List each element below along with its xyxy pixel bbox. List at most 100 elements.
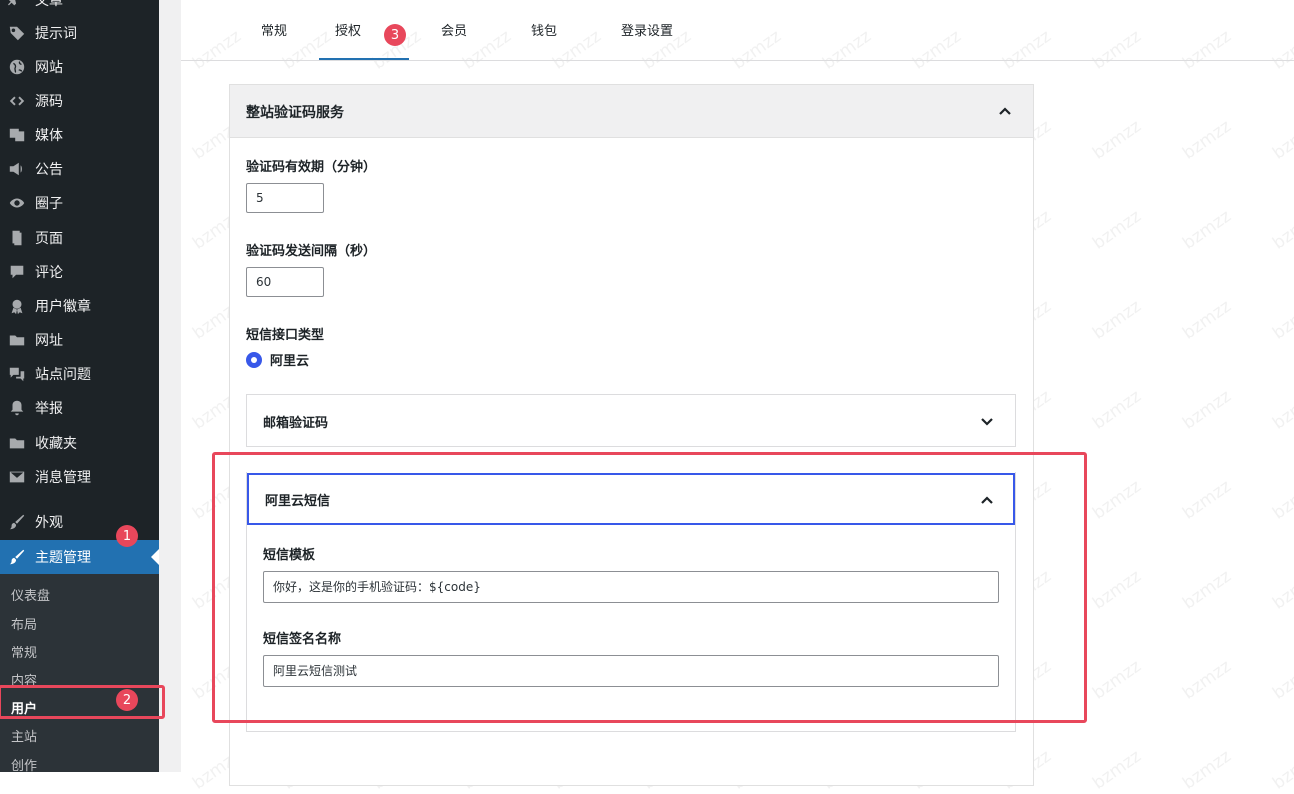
watermark-text: bzmzz [1269, 476, 1294, 524]
folder-icon [7, 330, 27, 350]
tab-wallet[interactable]: 钱包 [521, 0, 567, 58]
submenu-item-general[interactable]: 常规 [11, 642, 37, 661]
sidebar-item-reports[interactable]: 举报 [0, 391, 159, 425]
sidebar-item-label: 公告 [35, 162, 63, 178]
watermark-text: bzmzz [1269, 116, 1294, 164]
watermark-text: bzmzz [1179, 476, 1235, 524]
expiry-input[interactable]: 5 [246, 183, 324, 213]
highlight-box-aliyun [212, 452, 1087, 723]
panel-header[interactable]: 整站验证码服务 [230, 85, 1033, 138]
chevron-up-icon[interactable] [998, 103, 1012, 117]
sms-type-radio-aliyun[interactable]: 阿里云 [246, 350, 309, 369]
step-badge-3: 3 [384, 24, 406, 46]
brush-icon [7, 512, 27, 532]
section-title: 邮箱验证码 [263, 416, 329, 431]
chevron-down-icon[interactable] [980, 414, 994, 428]
watermark-text: bzmzz [1179, 116, 1235, 164]
page-icon [7, 228, 27, 248]
tab-general[interactable]: 常规 [251, 0, 297, 58]
sidebar-item-favorites[interactable]: 收藏夹 [0, 426, 159, 460]
tab-label: 授权 [334, 23, 361, 39]
megaphone-icon [7, 159, 27, 179]
sidebar-item-label: 举报 [35, 401, 63, 417]
sidebar-item-posts[interactable]: 文章 [0, 0, 159, 17]
watermark-text: bzmzz [1089, 476, 1145, 524]
theme-submenu: 仪表盘 布局 常规 内容 用户 主站 创作 [0, 574, 159, 772]
watermark-text: bzmzz [1179, 746, 1235, 794]
interval-input[interactable]: 60 [246, 267, 324, 297]
sidebar-item-label: 圈子 [35, 196, 63, 212]
sidebar-item-label: 站点问题 [35, 367, 91, 383]
globe-icon [7, 57, 27, 77]
sidebar-item-theme-management[interactable]: 主题管理 [0, 540, 159, 574]
sidebar-item-comments[interactable]: 评论 [0, 255, 159, 289]
sidebar-item-announcements[interactable]: 公告 [0, 152, 159, 186]
submenu-item-dashboard[interactable]: 仪表盘 [11, 585, 50, 604]
sidebar-item-label: 页面 [35, 231, 63, 247]
interval-label: 验证码发送间隔（秒） [246, 244, 377, 259]
watermark-text: bzmzz [1179, 386, 1235, 434]
watermark-text: bzmzz [1089, 566, 1145, 614]
submenu-item-layout[interactable]: 布局 [11, 614, 37, 633]
submenu-item-main-site[interactable]: 主站 [11, 726, 37, 745]
watermark-text: bzmzz [1179, 566, 1235, 614]
watermark-text: bzmzz [1089, 656, 1145, 704]
active-indicator [151, 549, 159, 565]
radio-label: 阿里云 [270, 354, 310, 369]
sidebar-item-urls[interactable]: 网址 [0, 323, 159, 357]
media-icon [7, 125, 27, 145]
tag-icon [7, 23, 27, 43]
sidebar-item-label: 外观 [35, 515, 63, 531]
sidebar-item-label: 主题管理 [35, 550, 91, 566]
watermark-text: bzmzz [1269, 656, 1294, 704]
email-verification-section[interactable]: 邮箱验证码 [246, 394, 1016, 447]
watermark-text: bzmzz [1179, 656, 1235, 704]
content-gutter [159, 0, 181, 772]
watermark-text: bzmzz [1179, 296, 1235, 344]
sidebar-item-label: 消息管理 [35, 470, 91, 486]
sidebar-item-pages[interactable]: 页面 [0, 221, 159, 255]
tab-login-settings[interactable]: 登录设置 [613, 0, 681, 58]
sidebar-item-circles[interactable]: 圈子 [0, 186, 159, 220]
sidebar-item-label: 文章 [35, 0, 63, 9]
sidebar-item-label: 网站 [35, 60, 63, 76]
sidebar-item-prompts[interactable]: 提示词 [0, 16, 159, 50]
watermark-text: bzmzz [1269, 296, 1294, 344]
bell-icon [7, 398, 27, 418]
admin-sidebar: 文章 提示词 网站 源码 媒体 公告 圈子 页面 评论 用户徽章 网址 站点问题… [0, 0, 159, 772]
code-icon [7, 91, 27, 111]
brush-icon [7, 547, 27, 567]
sidebar-item-media[interactable]: 媒体 [0, 118, 159, 152]
sidebar-item-label: 媒体 [35, 128, 63, 144]
watermark-text: bzmzz [1269, 206, 1294, 254]
watermark-text: bzmzz [1089, 746, 1145, 794]
watermark-text: bzmzz [1089, 296, 1145, 344]
comment-icon [7, 262, 27, 282]
expiry-label: 验证码有效期（分钟） [246, 160, 377, 175]
watermark-text: bzmzz [1089, 386, 1145, 434]
sidebar-item-site-issues[interactable]: 站点问题 [0, 357, 159, 391]
sidebar-item-sites[interactable]: 网站 [0, 50, 159, 84]
panel-title: 整站验证码服务 [246, 105, 344, 121]
feedback-icon [7, 364, 27, 384]
sidebar-item-label: 提示词 [35, 26, 77, 42]
watermark-text: bzmzz [1179, 206, 1235, 254]
tab-membership[interactable]: 会员 [431, 0, 477, 58]
watermark-text: bzmzz [1089, 116, 1145, 164]
sidebar-item-user-badges[interactable]: 用户徽章 [0, 289, 159, 323]
visibility-icon [7, 193, 27, 213]
badge-icon [7, 296, 27, 316]
email-icon [7, 467, 27, 487]
sidebar-item-label: 源码 [35, 94, 63, 110]
sidebar-item-messages[interactable]: 消息管理 [0, 460, 159, 494]
submenu-item-creation[interactable]: 创作 [11, 755, 37, 772]
sidebar-item-label: 收藏夹 [35, 436, 77, 452]
step-badge-1: 1 [116, 525, 138, 547]
settings-tabs: 常规 授权 会员 钱包 登录设置 [181, 0, 1294, 61]
radio-button[interactable] [246, 351, 262, 368]
step-badge-2: 2 [116, 689, 138, 711]
sidebar-item-source[interactable]: 源码 [0, 84, 159, 118]
folder-icon [7, 433, 27, 453]
sidebar-item-label: 评论 [35, 265, 63, 281]
sidebar-item-label: 用户徽章 [35, 299, 91, 315]
